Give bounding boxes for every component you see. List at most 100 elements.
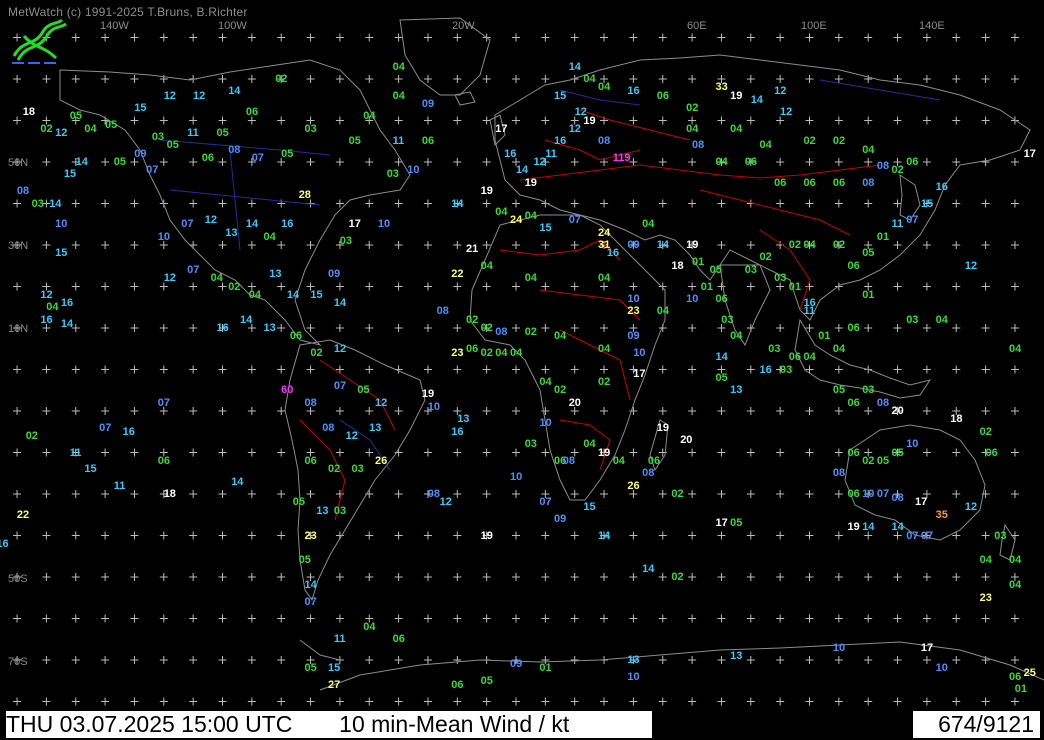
wind-observation: 04	[210, 272, 223, 285]
grid-cross	[776, 573, 785, 581]
grid-cross	[512, 573, 520, 581]
wind-observation: 07	[906, 529, 919, 542]
grid-cross	[101, 75, 110, 83]
wind-observation: 06	[289, 330, 303, 343]
wind-observation: 17	[495, 122, 508, 135]
grid-cross	[101, 282, 110, 291]
grid-cross	[423, 75, 432, 83]
grid-cross	[805, 614, 814, 623]
wind-observation: 10	[157, 230, 171, 243]
grid-cross	[365, 656, 374, 664]
wind-observation: 27	[328, 678, 341, 691]
grid-cross	[512, 490, 520, 498]
grid-cross	[600, 573, 609, 581]
wind-observation: 02	[671, 571, 684, 583]
grid-cross	[189, 158, 198, 166]
wind-observation: 16	[504, 147, 517, 160]
grid-cross	[42, 448, 51, 457]
wind-observation: 21	[466, 243, 479, 256]
wind-observation: 04	[862, 143, 875, 156]
wind-observation: 60	[281, 384, 294, 397]
wind-observation: 14	[240, 313, 253, 326]
grid-cross	[130, 241, 139, 249]
grid-cross	[218, 241, 227, 249]
grid-cross	[981, 531, 990, 540]
wind-observation: 10	[627, 670, 640, 683]
grid-cross	[658, 573, 667, 581]
wind-observation: 17	[715, 517, 728, 529]
grid-cross	[688, 365, 697, 374]
grid-cross	[893, 614, 902, 623]
grid-cross	[893, 116, 902, 125]
wind-observation: 12	[333, 342, 347, 355]
grid-cross	[71, 407, 80, 415]
grid-cross	[629, 158, 638, 166]
wind-observation: 07	[181, 218, 194, 231]
grid-cross	[277, 573, 286, 581]
grid-cross	[746, 573, 755, 581]
grid-cross	[658, 158, 667, 166]
grid-cross	[952, 573, 961, 581]
wind-observation: 01	[876, 230, 890, 243]
wind-observation: 04	[495, 205, 508, 218]
wind-observation: 04	[363, 620, 376, 633]
grid-cross	[893, 656, 902, 664]
grid-cross	[42, 614, 51, 623]
wind-observation: 01	[539, 662, 552, 675]
wind-observation: 16	[935, 180, 948, 193]
grid-cross	[952, 75, 961, 83]
grid-cross	[218, 158, 227, 166]
grid-cross	[746, 75, 755, 83]
grid-cross	[805, 199, 814, 208]
grid-cross	[101, 490, 110, 498]
wind-observation: 05	[292, 496, 306, 509]
grid-cross	[189, 365, 198, 374]
grid-cross	[834, 75, 843, 83]
wind-observation: 06	[647, 454, 661, 467]
grid-cross	[834, 282, 843, 291]
grid-cross	[453, 33, 462, 42]
grid-cross	[277, 241, 286, 249]
wind-observation: 19	[524, 176, 537, 189]
wind-observation: 05	[216, 126, 229, 139]
wind-observation: 02	[328, 463, 341, 476]
wind-observation: 06	[1009, 670, 1022, 683]
grid-cross	[335, 614, 344, 623]
grid-cross	[218, 116, 227, 125]
grid-cross	[453, 158, 462, 166]
grid-cross	[952, 448, 961, 457]
wind-observation: 04	[495, 346, 508, 359]
wind-observation: 10	[377, 218, 391, 231]
grid-cross	[952, 656, 961, 664]
grid-cross	[423, 282, 432, 291]
grid-cross	[159, 365, 168, 374]
grid-cross	[13, 490, 22, 498]
wind-observation: 10	[510, 471, 523, 484]
grid-cross	[277, 656, 286, 664]
wind-observation: 06	[656, 89, 670, 102]
wind-observation: 14	[862, 521, 875, 534]
wind-observation: 12	[193, 89, 206, 102]
grid-cross	[218, 614, 227, 623]
wind-observation: 18	[22, 106, 36, 119]
wind-observation: 03	[339, 234, 353, 247]
wind-observation: 05	[113, 156, 127, 168]
grid-cross	[834, 573, 843, 581]
grid-cross	[394, 697, 403, 706]
grid-cross	[130, 448, 139, 457]
wind-observation: 07	[333, 380, 347, 393]
grid-cross	[394, 116, 403, 125]
wind-observation: 10	[427, 400, 441, 413]
wind-observation: 14	[304, 579, 317, 592]
wind-observation: 19	[421, 388, 435, 401]
wind-observation: 14	[245, 218, 259, 231]
grid-cross	[42, 573, 51, 581]
grid-cross	[688, 407, 697, 415]
grid-cross	[423, 697, 432, 706]
grid-cross	[834, 531, 843, 540]
grid-cross	[512, 75, 520, 83]
grid-cross	[423, 448, 432, 457]
wind-observation: 07	[157, 396, 171, 409]
grid-cross	[130, 75, 139, 83]
grid-cross	[570, 531, 579, 540]
